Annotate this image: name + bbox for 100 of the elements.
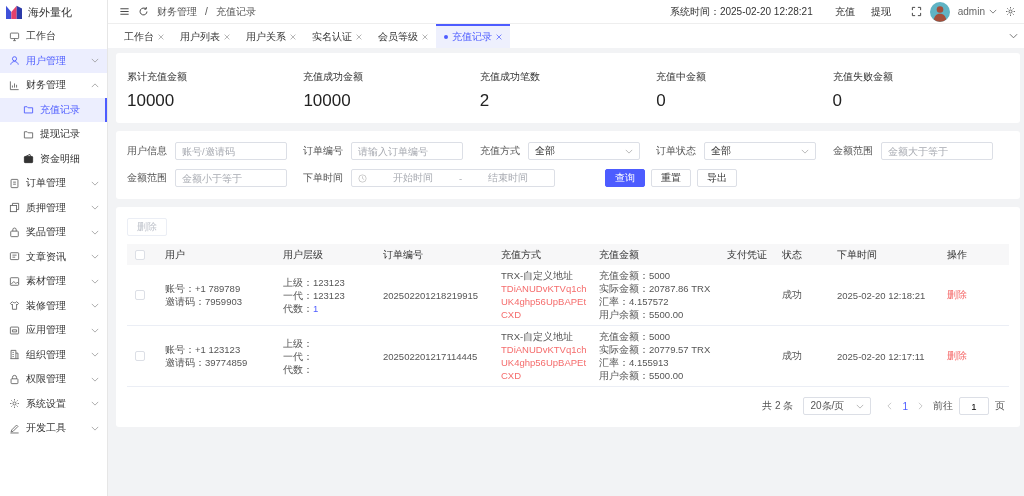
- table-cell: 代数：: [283, 302, 313, 314]
- link[interactable]: 1: [313, 302, 319, 314]
- table-cell: TRX-自定义地址: [501, 331, 574, 342]
- tab[interactable]: 充值记录: [436, 24, 510, 48]
- stat-label: 充值成功金额: [303, 70, 365, 84]
- tab[interactable]: 会员等级: [370, 24, 436, 48]
- address-text: CXD: [501, 370, 522, 381]
- sidebar-item[interactable]: 装修管理: [0, 293, 107, 318]
- chevron-icon: [91, 82, 99, 88]
- sidebar-item[interactable]: 文章资讯: [0, 244, 107, 269]
- sidebar-subitem[interactable]: 资金明细: [0, 146, 107, 171]
- input-field[interactable]: 账号/邀请码: [175, 142, 287, 160]
- select-field[interactable]: 全部: [527, 142, 640, 160]
- column-header: 充值金额: [599, 247, 639, 262]
- chevron-icon[interactable]: [1009, 33, 1018, 39]
- chevron-icon: [856, 403, 865, 409]
- filter-label: 金额范围: [832, 144, 874, 158]
- sidebar-item[interactable]: 权限管理: [0, 367, 107, 392]
- column-header: 用户: [165, 247, 185, 262]
- input-field[interactable]: 请输入订单编号: [351, 142, 464, 160]
- sidebar-subitem[interactable]: 提现记录: [0, 122, 107, 147]
- header-link[interactable]: 充值: [834, 4, 855, 19]
- checkbox[interactable]: [135, 290, 145, 300]
- stat-value: 0: [832, 91, 844, 111]
- page-size-select[interactable]: 20条/页: [803, 397, 872, 415]
- filter-button[interactable]: 查询: [605, 169, 645, 187]
- sidebar-item[interactable]: 组织管理: [0, 342, 107, 367]
- breadcrumb-item[interactable]: 财务管理: [157, 4, 197, 19]
- tab[interactable]: 用户关系: [238, 24, 304, 48]
- sidebar-item[interactable]: 素材管理: [0, 269, 107, 294]
- table-cell: 上级：: [283, 276, 313, 288]
- table-cell: 2025-02-20 12:17:11: [837, 350, 925, 362]
- input-field[interactable]: 金额大于等于: [880, 142, 993, 160]
- breadcrumb-item[interactable]: 充值记录: [215, 4, 256, 19]
- table-cell: 汇率：4.155913: [599, 357, 669, 368]
- header-link[interactable]: 提现: [870, 4, 891, 19]
- fullscreen-icon[interactable]: [910, 6, 922, 17]
- address-text: UK4ghp56UpBAPEt: [501, 296, 587, 307]
- address-text: CXD: [501, 309, 522, 320]
- sidebar-item[interactable]: 订单管理: [0, 171, 107, 196]
- shirt-icon: [9, 300, 20, 312]
- bag-icon: [9, 226, 20, 238]
- checkbox[interactable]: [135, 351, 145, 361]
- chevron-icon: [91, 180, 99, 186]
- table-cell: 汇率：4.157572: [599, 296, 669, 307]
- clock-icon: [358, 173, 367, 183]
- user-icon: [9, 55, 20, 67]
- user-name[interactable]: admin: [957, 6, 985, 17]
- table-cell: 成功: [782, 288, 802, 302]
- goto-suffix: 页: [995, 399, 1005, 413]
- filter-button[interactable]: 重置: [651, 169, 691, 187]
- tab[interactable]: 用户列表: [172, 24, 238, 48]
- table-cell: 123123: [313, 289, 345, 301]
- image-icon: [9, 275, 20, 287]
- checkbox[interactable]: [135, 249, 145, 260]
- close-icon[interactable]: [356, 34, 362, 40]
- stat-value: 2: [479, 91, 491, 111]
- table-cell: 202502201217114445: [383, 350, 478, 362]
- close-icon[interactable]: [422, 34, 428, 40]
- sidebar-item[interactable]: 用户管理: [0, 48, 107, 73]
- goto-label: 前往: [933, 399, 953, 413]
- chevron-icon: [91, 254, 99, 260]
- chevron-icon: [91, 327, 99, 333]
- sidebar-item[interactable]: 开发工具: [0, 416, 107, 441]
- select-field[interactable]: 全部: [704, 142, 817, 160]
- menu-icon[interactable]: [119, 6, 130, 17]
- stat-value: 0: [656, 91, 667, 111]
- table-cell: 邀请码：39774859: [165, 357, 248, 368]
- previous-page-icon[interactable]: [887, 402, 893, 410]
- input-field[interactable]: 金额小于等于: [175, 169, 287, 187]
- sidebar-item[interactable]: 应用管理: [0, 318, 107, 343]
- chevron-icon: [91, 303, 99, 309]
- table-cell: 2025-02-20 12:18:21: [837, 289, 926, 301]
- close-icon[interactable]: [290, 34, 296, 40]
- page-number[interactable]: 1: [902, 400, 908, 412]
- tab[interactable]: 实名认证: [304, 24, 370, 48]
- avatar-icon[interactable]: [929, 1, 950, 22]
- close-icon[interactable]: [224, 34, 230, 40]
- chevron-icon[interactable]: [989, 9, 997, 14]
- goto-page-field[interactable]: 1: [959, 397, 989, 415]
- column-header: 操作: [947, 247, 967, 262]
- sidebar-subitem[interactable]: 充值记录: [0, 97, 107, 122]
- close-icon[interactable]: [158, 34, 164, 40]
- stat-value: 10000: [303, 91, 352, 111]
- refresh-icon[interactable]: [138, 6, 149, 17]
- sidebar-item[interactable]: 奖品管理: [0, 220, 107, 245]
- tab[interactable]: 工作台: [116, 24, 172, 48]
- close-icon[interactable]: [496, 34, 502, 40]
- table-cell: 一代：: [283, 289, 313, 301]
- next-page-icon[interactable]: [918, 402, 923, 410]
- filter-label: 金额范围: [127, 171, 168, 185]
- breadcrumb-separator: /: [205, 6, 208, 17]
- table-cell: 实际金额：20787.86 TRX: [599, 283, 711, 294]
- chart-icon: [9, 79, 20, 91]
- sidebar-item[interactable]: 质押管理: [0, 195, 107, 220]
- chevron-icon: [91, 376, 99, 382]
- sidebar-item[interactable]: 工作台: [0, 24, 107, 49]
- filter-button[interactable]: 导出: [697, 169, 737, 187]
- sidebar-item[interactable]: 系统设置: [0, 391, 107, 416]
- sidebar-item[interactable]: 财务管理: [0, 73, 107, 98]
